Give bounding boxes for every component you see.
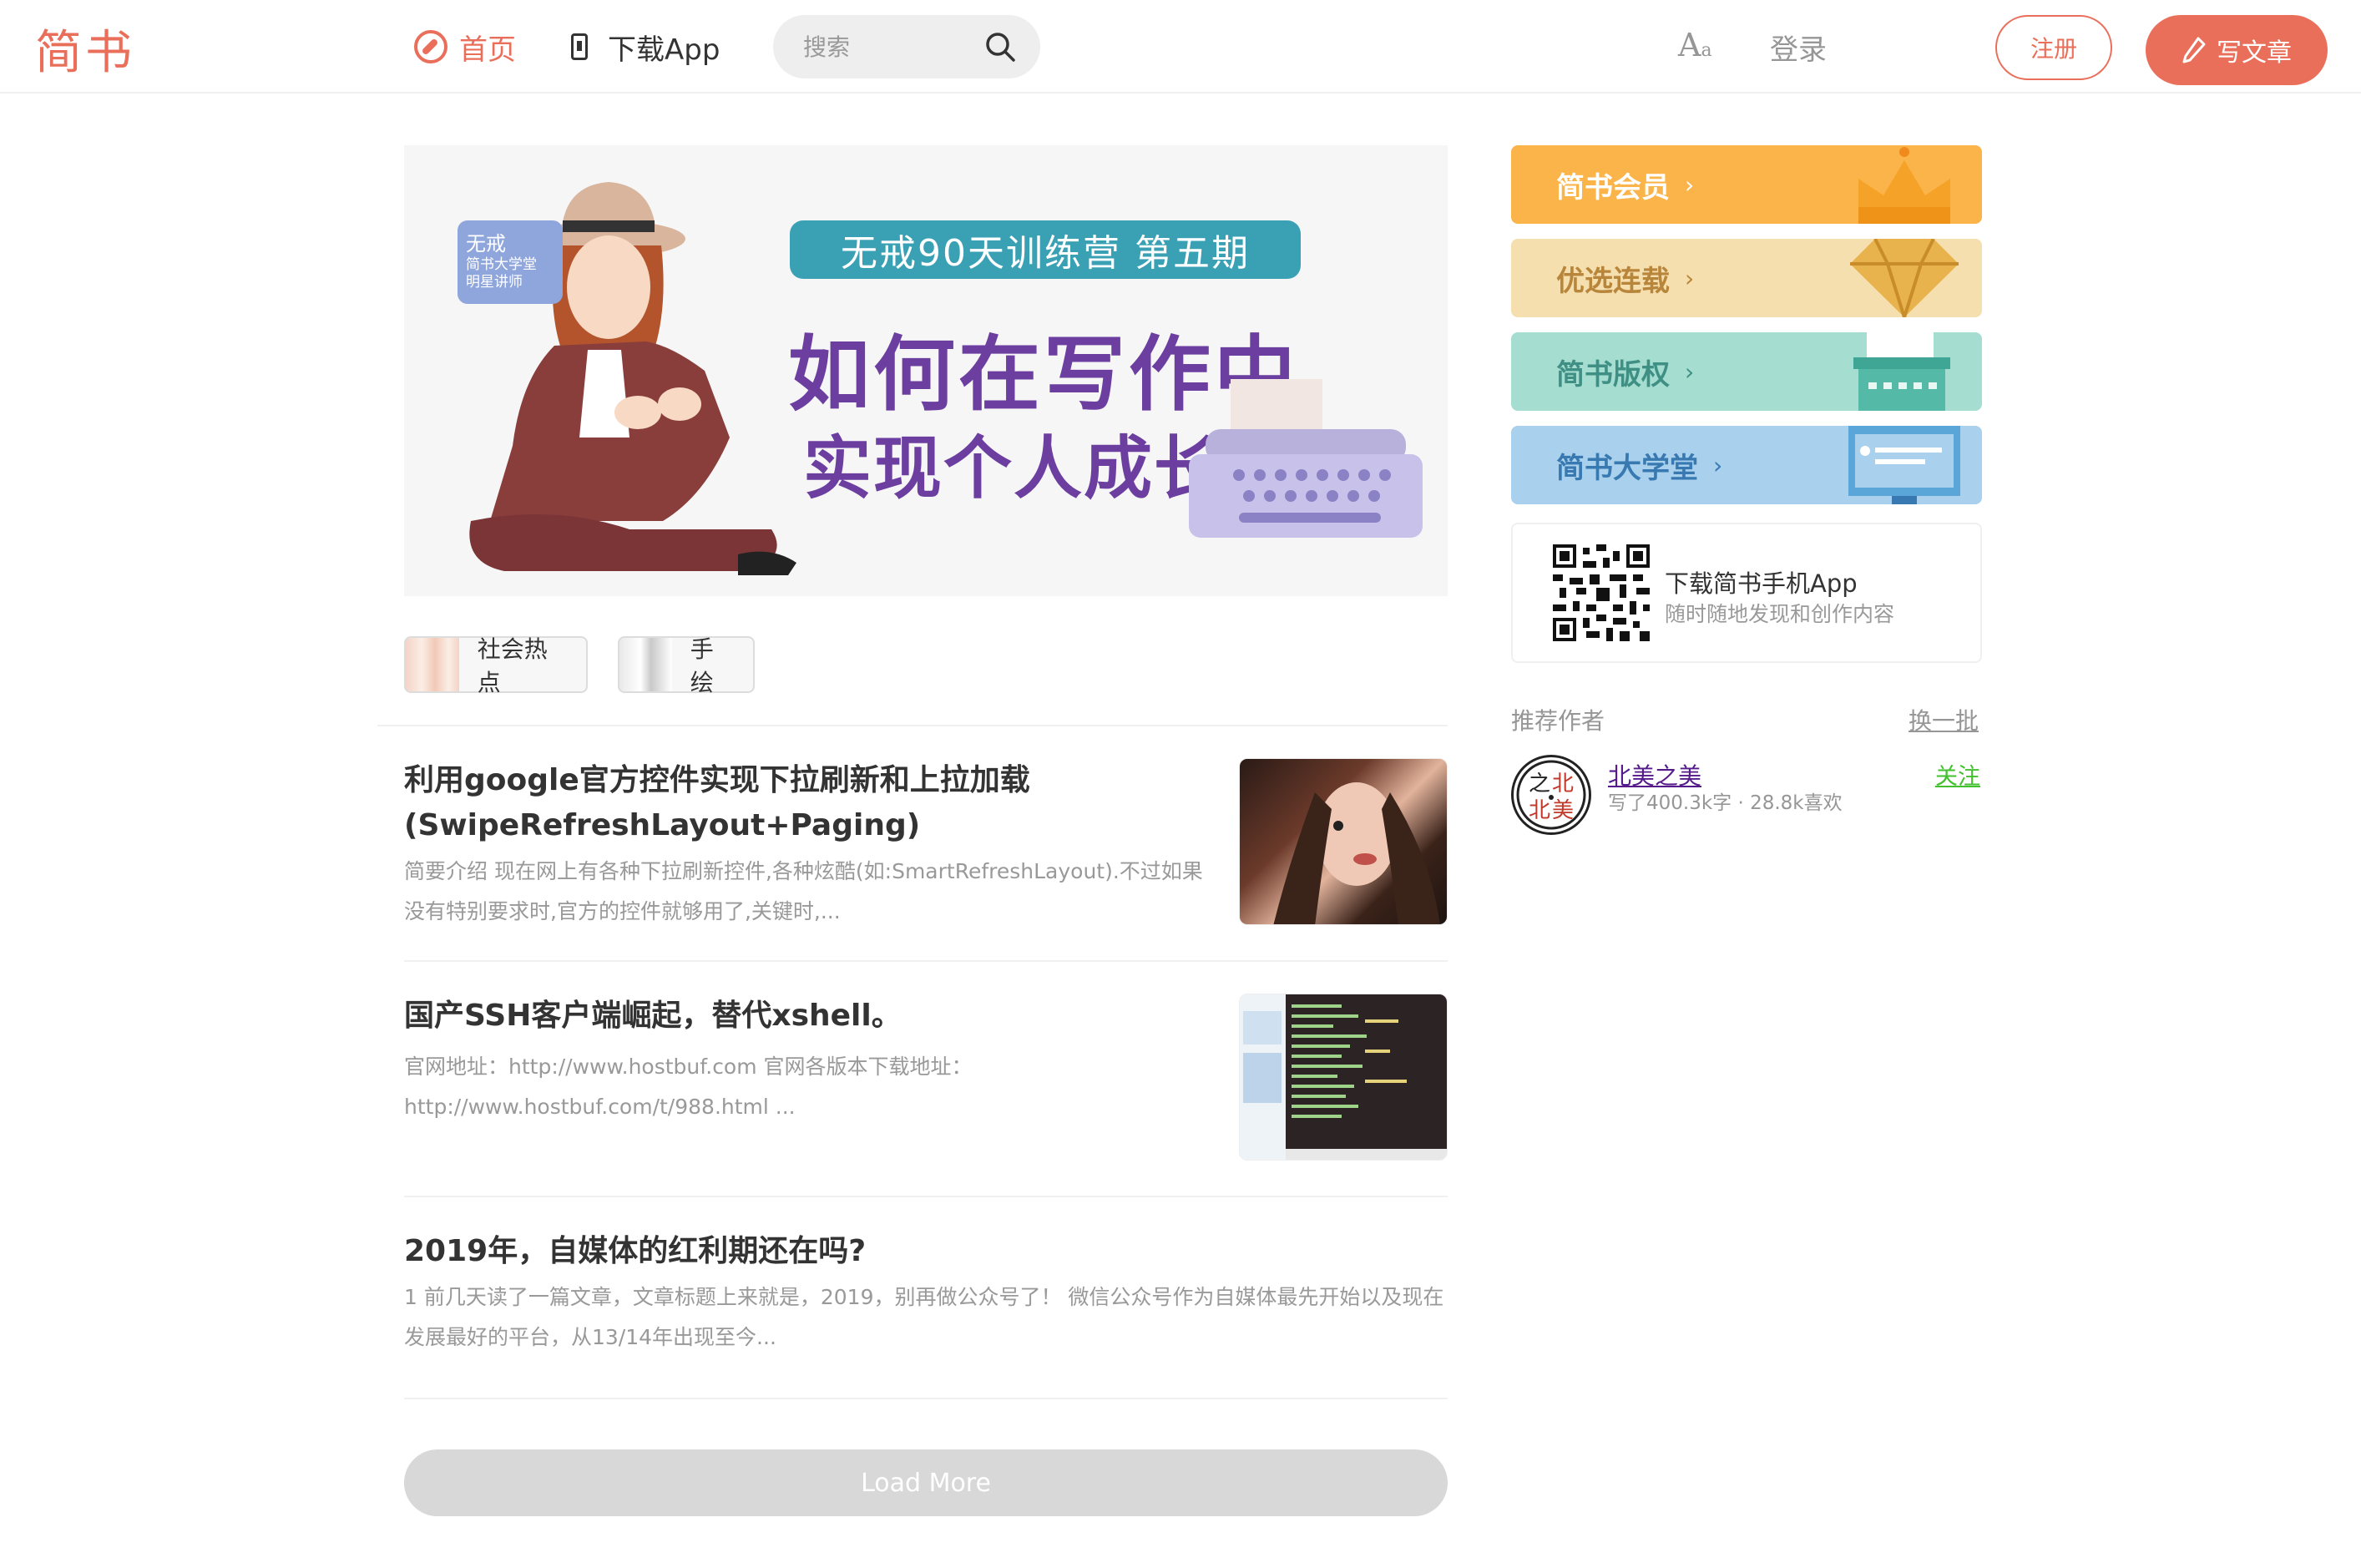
logo[interactable]: 简书	[35, 15, 135, 83]
article-abstract: 官网地址：http://www.hostbuf.com 官网各版本下载地址：ht…	[404, 1055, 973, 1119]
download-app-box[interactable]: 下载简书手机App 随时随地发现和创作内容	[1511, 523, 1982, 663]
write-article-label: 写文章	[2217, 38, 2292, 68]
sidebar-card-label: 简书会员	[1556, 170, 1670, 205]
sidebar-card-copyright[interactable]: 简书版权 ›	[1511, 332, 1982, 411]
screen-icon	[1848, 426, 1960, 504]
search-icon[interactable]	[983, 30, 1017, 63]
lecturer-tag: 无戒 简书大学堂 明星讲师	[458, 220, 563, 304]
register-button[interactable]: 注册	[1995, 15, 2112, 80]
camp-title: 无戒90天训练营 第五期	[790, 220, 1301, 279]
topic-chip-drawing[interactable]: 手绘	[618, 635, 755, 696]
author-stats: 写了400.3k字 · 28.8k喜欢	[1608, 792, 1843, 814]
refresh-authors-link[interactable]: 换一批	[1909, 703, 1979, 736]
article-title[interactable]: 国产SSH客户端崛起，替代xshell。	[404, 994, 1239, 1039]
author-avatar[interactable]: 之 北 北 美	[1511, 755, 1591, 835]
svg-text:北: 北	[1529, 798, 1550, 823]
download-app-title: 下载简书手机App	[1665, 569, 1858, 598]
article-thumbnail[interactable]	[1239, 994, 1448, 1161]
sidebar-card-label: 简书大学堂	[1556, 451, 1698, 485]
topic-thumb-drawing	[619, 638, 672, 691]
crown-icon	[1858, 147, 1950, 224]
article-item[interactable]: 2019年，自媒体的红利期还在吗? 1 前几天读了一篇文章，文章标题上来就是，2…	[404, 1229, 1448, 1399]
chevron-right-icon: ›	[1685, 357, 1695, 386]
font-toggle-small: a	[1701, 40, 1712, 61]
article-title[interactable]: 2019年，自媒体的红利期还在吗?	[404, 1229, 1239, 1274]
follow-author-link[interactable]: 关注	[1935, 758, 1980, 791]
article-title[interactable]: 利用google官方控件实现下拉刷新和上拉加载(SwipeRefreshLayo…	[404, 758, 1239, 848]
qr-code	[1553, 544, 1650, 641]
sidebar-card-label: 优选连载	[1556, 264, 1670, 298]
svg-text:美: 美	[1552, 798, 1574, 823]
topic-label: 手绘	[690, 635, 714, 696]
list-divider	[377, 725, 1448, 726]
chevron-right-icon: ›	[1685, 170, 1695, 199]
nav-app-label: 下载App	[608, 33, 720, 67]
font-size-toggle[interactable]: Aa	[1678, 27, 1712, 63]
font-toggle-big: A	[1678, 27, 1701, 63]
portrait-image	[1273, 782, 1440, 924]
load-more-button[interactable]: Load More	[404, 1449, 1448, 1516]
svg-text:之: 之	[1529, 771, 1550, 797]
lecturer-title-2: 明星讲师	[466, 274, 523, 291]
search-box	[773, 15, 1040, 78]
sidebar-card-serial[interactable]: 优选连载 ›	[1511, 239, 1982, 317]
article-item[interactable]: 利用google官方控件实现下拉刷新和上拉加载(SwipeRefreshLayo…	[404, 758, 1448, 962]
nav-home-label: 首页	[459, 33, 516, 67]
topic-thumb-social	[406, 638, 459, 691]
article-abstract: 1 前几天读了一篇文章，文章标题上来就是，2019，别再做公众号了！ 微信公众号…	[404, 1285, 1444, 1349]
download-app-subtitle: 随时随地发现和创作内容	[1665, 602, 1895, 626]
recommended-authors-title: 推荐作者	[1511, 707, 1605, 735]
chevron-right-icon: ›	[1685, 264, 1695, 292]
nav-download-app-link[interactable]: 下载App	[571, 27, 720, 67]
top-navbar: 简书 首页 下载App Aa 登录 注册 写文章	[0, 0, 2361, 94]
search-input[interactable]	[803, 27, 970, 67]
topic-label: 社会热点	[477, 635, 548, 696]
nav-home-link[interactable]: 首页	[414, 27, 516, 67]
typewriter-icon	[1853, 332, 1950, 411]
article-thumbnail[interactable]	[1239, 758, 1448, 925]
article-item[interactable]: 国产SSH客户端崛起，替代xshell。 官网地址：http://www.hos…	[404, 994, 1448, 1197]
chevron-right-icon: ›	[1713, 451, 1723, 479]
sidebar-card-member[interactable]: 简书会员 ›	[1511, 145, 1982, 224]
lecturer-title-1: 简书大学堂	[466, 256, 537, 273]
sidebar-card-university[interactable]: 简书大学堂 ›	[1511, 426, 1982, 504]
phone-icon	[571, 33, 588, 60]
lecturer-name: 无戒	[466, 232, 506, 255]
pen-icon	[2182, 37, 2206, 63]
compass-icon	[414, 30, 447, 63]
ssh-client-screenshot	[1240, 994, 1447, 1160]
write-article-button[interactable]: 写文章	[2146, 15, 2328, 85]
sidebar-card-label: 简书版权	[1556, 357, 1670, 392]
svg-text:北: 北	[1552, 771, 1574, 797]
topic-chip-social[interactable]: 社会热点	[404, 635, 588, 696]
hero-banner[interactable]: 无戒 简书大学堂 明星讲师 无戒90天训练营 第五期 如何在写作中 实现个人成长…	[404, 145, 1448, 596]
typewriter-illustration	[1189, 379, 1423, 538]
article-abstract: 简要介绍 现在网上有各种下拉刷新控件,各种炫酷(如:SmartRefreshLa…	[404, 859, 1203, 923]
diamond-icon	[1850, 239, 1959, 317]
login-link[interactable]: 登录	[1770, 27, 1827, 68]
author-seal-image: 之 北 北 美	[1516, 760, 1586, 830]
